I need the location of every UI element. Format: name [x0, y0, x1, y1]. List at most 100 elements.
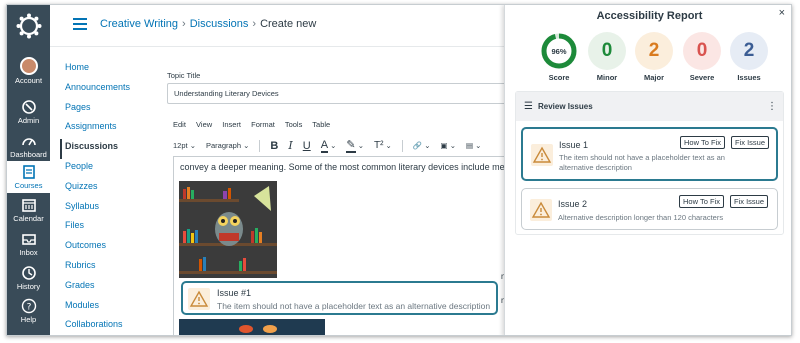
fix-issue-button[interactable]: Fix Issue: [731, 136, 770, 149]
media-icon[interactable]: ▤ ⌄: [466, 141, 481, 150]
issues-label: Issues: [737, 73, 761, 82]
how-to-fix-button[interactable]: How To Fix: [680, 136, 725, 149]
course-nav-grades[interactable]: Grades: [65, 278, 160, 298]
topic-title-label: Topic Title: [167, 71, 201, 80]
nav-inbox-label: Inbox: [19, 248, 38, 257]
severe-count: 0: [683, 32, 721, 70]
dashboard-icon: [21, 138, 36, 146]
nav-help[interactable]: ? Help: [7, 298, 50, 324]
chevron-down-icon: ⌄: [243, 141, 250, 150]
block-format-value: Paragraph: [206, 141, 242, 150]
course-nav-modules[interactable]: Modules: [65, 298, 160, 318]
course-nav-discussions[interactable]: Discussions: [60, 139, 160, 159]
course-nav-assignments[interactable]: Assignments: [65, 119, 160, 139]
panel-title: Accessibility Report: [596, 10, 703, 22]
italic-icon[interactable]: I: [288, 139, 292, 152]
text-color-icon[interactable]: A ⌄: [320, 139, 336, 153]
menu-insert[interactable]: Insert: [222, 120, 241, 129]
nav-help-label: Help: [20, 315, 37, 324]
canvas-logo-icon[interactable]: [16, 13, 42, 39]
major-label: Major: [643, 73, 664, 82]
course-nav-quizzes[interactable]: Quizzes: [65, 179, 160, 199]
fix-issue-button[interactable]: Fix Issue: [730, 195, 769, 208]
font-size-value: 12pt: [173, 141, 188, 150]
superscript-icon[interactable]: T² ⌄: [374, 140, 392, 151]
issue-card[interactable]: Issue 1 The item should not have a place…: [521, 127, 778, 181]
second-image[interactable]: [179, 319, 325, 335]
image-icon[interactable]: ▣ ⌄: [441, 141, 456, 150]
major-card: 2 Major: [632, 32, 676, 82]
major-count: 2: [635, 32, 673, 70]
menu-view[interactable]: View: [196, 120, 212, 129]
breadcrumb-course[interactable]: Creative Writing: [100, 18, 178, 30]
nav-calendar-label: Calendar: [13, 214, 44, 223]
score-ring: 96%: [541, 33, 577, 69]
issue-name: Issue 1: [559, 140, 589, 150]
toolbar-divider: [259, 139, 261, 152]
nav-account-label: Account: [14, 76, 43, 85]
nav-courses[interactable]: Courses: [7, 161, 50, 193]
review-issues-section: ☰ Review Issues ⋮ Issue 1 The item shoul…: [515, 91, 784, 235]
issues-card: 2 Issues: [727, 32, 771, 82]
svg-text:?: ?: [26, 303, 31, 313]
avatar: [19, 57, 38, 75]
course-nav-pages[interactable]: Pages: [65, 100, 160, 120]
inline-issue-popup[interactable]: Issue #1 The item should not have a plac…: [181, 281, 498, 315]
shield-icon: [21, 100, 36, 114]
course-nav: Home Announcements Pages Assignments Dis…: [60, 60, 160, 335]
nav-dashboard[interactable]: Dashboard: [7, 133, 50, 159]
toolbar-divider: [401, 139, 403, 152]
nav-history-label: History: [16, 282, 41, 291]
calendar-icon: [21, 199, 36, 212]
hamburger-menu-icon[interactable]: [73, 18, 87, 30]
nav-inbox[interactable]: Inbox: [7, 231, 50, 257]
menu-format[interactable]: Format: [251, 120, 275, 129]
breadcrumb-current: Create new: [260, 18, 317, 30]
close-icon[interactable]: ×: [779, 7, 785, 19]
how-to-fix-button[interactable]: How To Fix: [679, 195, 724, 208]
course-nav-outcomes[interactable]: Outcomes: [65, 238, 160, 258]
link-icon[interactable]: 🔗 ⌄: [413, 141, 431, 150]
underline-icon[interactable]: U: [303, 140, 311, 152]
breadcrumb-discussions[interactable]: Discussions: [190, 18, 249, 30]
editor-toolbar: 12pt ⌄ Paragraph ⌄ B I U A ⌄ ✎ ⌄ T² ⌄ 🔗 …: [173, 138, 491, 153]
course-nav-people[interactable]: People: [65, 159, 160, 179]
nav-calendar[interactable]: Calendar: [7, 197, 50, 223]
course-nav-announcements[interactable]: Announcements: [65, 80, 160, 100]
app-window: Account Admin Dashboard Courses Calendar…: [6, 4, 792, 336]
more-options-icon[interactable]: ⋮: [767, 101, 777, 112]
font-size-select[interactable]: 12pt ⌄: [173, 141, 196, 150]
help-icon: ?: [21, 298, 36, 314]
score-label: Score: [548, 73, 570, 82]
review-issues-title: Review Issues: [537, 102, 593, 111]
nav-history[interactable]: History: [7, 265, 50, 291]
global-nav: Account Admin Dashboard Courses Calendar…: [7, 5, 50, 335]
bold-icon[interactable]: B: [270, 140, 278, 152]
score-card: 96% Score: [537, 32, 581, 82]
menu-tools[interactable]: Tools: [285, 120, 303, 129]
course-nav-files[interactable]: Files: [65, 218, 160, 238]
chevron-right-icon: ›: [252, 18, 257, 30]
inbox-icon: [21, 234, 36, 245]
book-icon: [22, 165, 35, 179]
course-nav-rubrics[interactable]: Rubrics: [65, 258, 160, 278]
course-nav-collaborations[interactable]: Collaborations: [65, 317, 160, 335]
block-format-select[interactable]: Paragraph ⌄: [206, 141, 249, 150]
nav-account[interactable]: Account: [7, 57, 50, 85]
warning-icon: [188, 288, 210, 310]
issue-description: Alternative description longer than 120 …: [558, 213, 724, 222]
review-issues-header[interactable]: ☰ Review Issues: [516, 92, 783, 121]
owl-bookshelf-image[interactable]: [179, 181, 277, 278]
course-nav-home[interactable]: Home: [65, 60, 160, 80]
issue-card[interactable]: Issue 2 Alternative description longer t…: [521, 188, 778, 230]
nav-admin-label: Admin: [17, 116, 40, 125]
highlight-icon[interactable]: ✎ ⌄: [346, 138, 364, 153]
image-decoration: [239, 325, 253, 333]
menu-edit[interactable]: Edit: [173, 120, 186, 129]
nav-admin[interactable]: Admin: [7, 99, 50, 125]
issue-name: Issue 2: [558, 199, 588, 209]
topic-title-input[interactable]: Understanding Literary Devices: [167, 83, 507, 104]
course-nav-syllabus[interactable]: Syllabus: [65, 199, 160, 219]
menu-table[interactable]: Table: [312, 120, 330, 129]
owl-illustration: [179, 181, 277, 278]
